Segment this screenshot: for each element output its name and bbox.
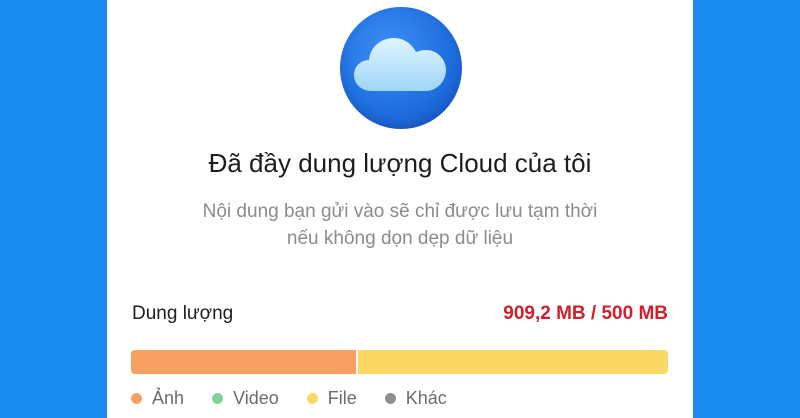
legend-label: Video (233, 388, 279, 408)
legend-item: File (306, 388, 357, 409)
legend-dot-icon (212, 393, 224, 404)
legend-dot-icon (384, 393, 396, 404)
subtitle-line-2: nếu không dọn dẹp dữ liệu (286, 228, 514, 249)
storage-bar-segment (355, 350, 668, 374)
cloud-icon (340, 7, 462, 129)
storage-label: Dung lượng (132, 303, 234, 324)
legend-item: Khác (384, 388, 447, 409)
storage-bar-segment (131, 350, 356, 374)
subtitle-line-1: Nội dung bạn gửi vào sẽ chỉ được lưu tạm… (202, 201, 598, 222)
legend-label: File (327, 388, 357, 408)
legend-label: Khác (405, 388, 447, 408)
legend-dot-icon (131, 393, 142, 404)
storage-legend: Ảnh Video File Khác (131, 388, 475, 409)
legend-label: Ảnh (152, 388, 185, 408)
subtitle: Nội dung bạn gửi vào sẽ chỉ được lưu tạm… (147, 198, 653, 252)
storage-usage-value: 909,2 MB / 500 MB (503, 303, 668, 324)
legend-dot-icon (306, 393, 318, 404)
page-title: Đã đầy dung lượng Cloud của tôi (208, 148, 592, 178)
storage-full-card: Đã đầy dung lượng Cloud của tôi Nội dung… (107, 0, 693, 418)
legend-item: Video (212, 388, 279, 409)
legend-item: Ảnh (131, 388, 184, 409)
storage-usage-bar (131, 350, 668, 374)
